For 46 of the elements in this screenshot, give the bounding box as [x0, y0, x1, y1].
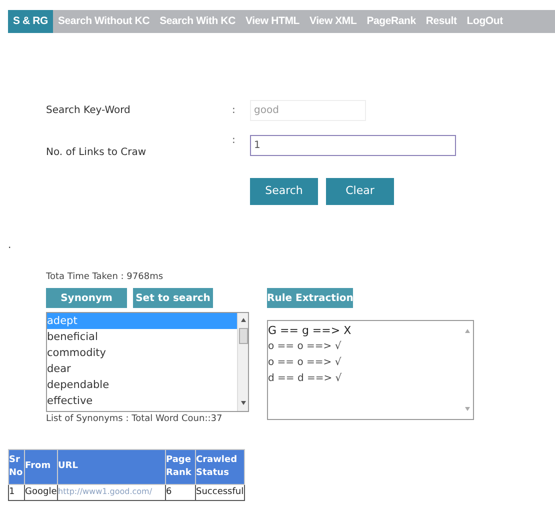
nav-tab[interactable]: Search Without KC: [52, 10, 155, 33]
list-item[interactable]: beneficial: [47, 329, 237, 345]
table-cell: Google: [24, 484, 58, 500]
table-cell: 6: [166, 484, 196, 500]
table-cell: 1: [8, 484, 24, 500]
scroll-thumb[interactable]: [238, 328, 248, 344]
synonym-listbox[interactable]: adept beneficial commodity dear dependable effective: [46, 312, 249, 412]
list-item[interactable]: commodity: [47, 345, 237, 361]
list-item[interactable]: effective: [47, 393, 237, 409]
time-taken-text: Tota Time Taken : 9768ms: [46, 271, 164, 284]
rule-line: o == o ==> √: [268, 340, 342, 354]
column-header: From: [24, 449, 58, 484]
rule-line: o == o ==> √: [268, 356, 342, 370]
nav-tab[interactable]: Result: [420, 10, 462, 33]
nav-tab[interactable]: Search With KC: [154, 10, 240, 33]
column-header: Crawled Status: [196, 449, 244, 484]
input-field[interactable]: 1: [250, 135, 456, 156]
table-cell: Successful: [196, 484, 244, 500]
synonym-button[interactable]: Synonym: [46, 288, 127, 308]
list-item[interactable]: adept: [47, 313, 237, 329]
marker-text: .: [8, 241, 12, 251]
column-header: Page Rank: [166, 449, 196, 484]
nav-tab[interactable]: View HTML: [240, 10, 304, 33]
rule-line: d == d ==> √: [268, 372, 342, 386]
column-header: Sr No: [8, 449, 24, 484]
rule-extraction-button[interactable]: Rule Extraction: [267, 288, 353, 308]
set-to-search-button[interactable]: Set to search: [133, 288, 213, 308]
field-label: No. of Links to Craw: [46, 146, 148, 160]
scroll-up-icon[interactable]: [240, 318, 246, 322]
clear-button[interactable]: Clear: [326, 178, 394, 205]
column-header: URL: [58, 449, 166, 484]
nav-tab[interactable]: S & RG: [8, 10, 53, 33]
nav-tab[interactable]: LogOut: [462, 10, 508, 33]
list-item[interactable]: dependable: [47, 377, 237, 393]
field-label: Search Key-Word: [46, 104, 132, 118]
nav-tab[interactable]: View XML: [304, 10, 362, 33]
colon: :: [232, 134, 236, 148]
table-cell: http://www1.good.com/: [58, 484, 166, 500]
nav-tab[interactable]: PageRank: [362, 10, 421, 33]
list-item[interactable]: dear: [47, 361, 237, 377]
scrollbar[interactable]: [237, 313, 248, 411]
synonym-count-text: List of Synonyms : Total Word Coun::37: [46, 413, 224, 426]
rule-line: G == g ==> X: [268, 323, 352, 339]
scroll-down-icon[interactable]: [240, 401, 246, 405]
search-button[interactable]: Search: [250, 178, 318, 205]
colon: :: [232, 104, 236, 118]
